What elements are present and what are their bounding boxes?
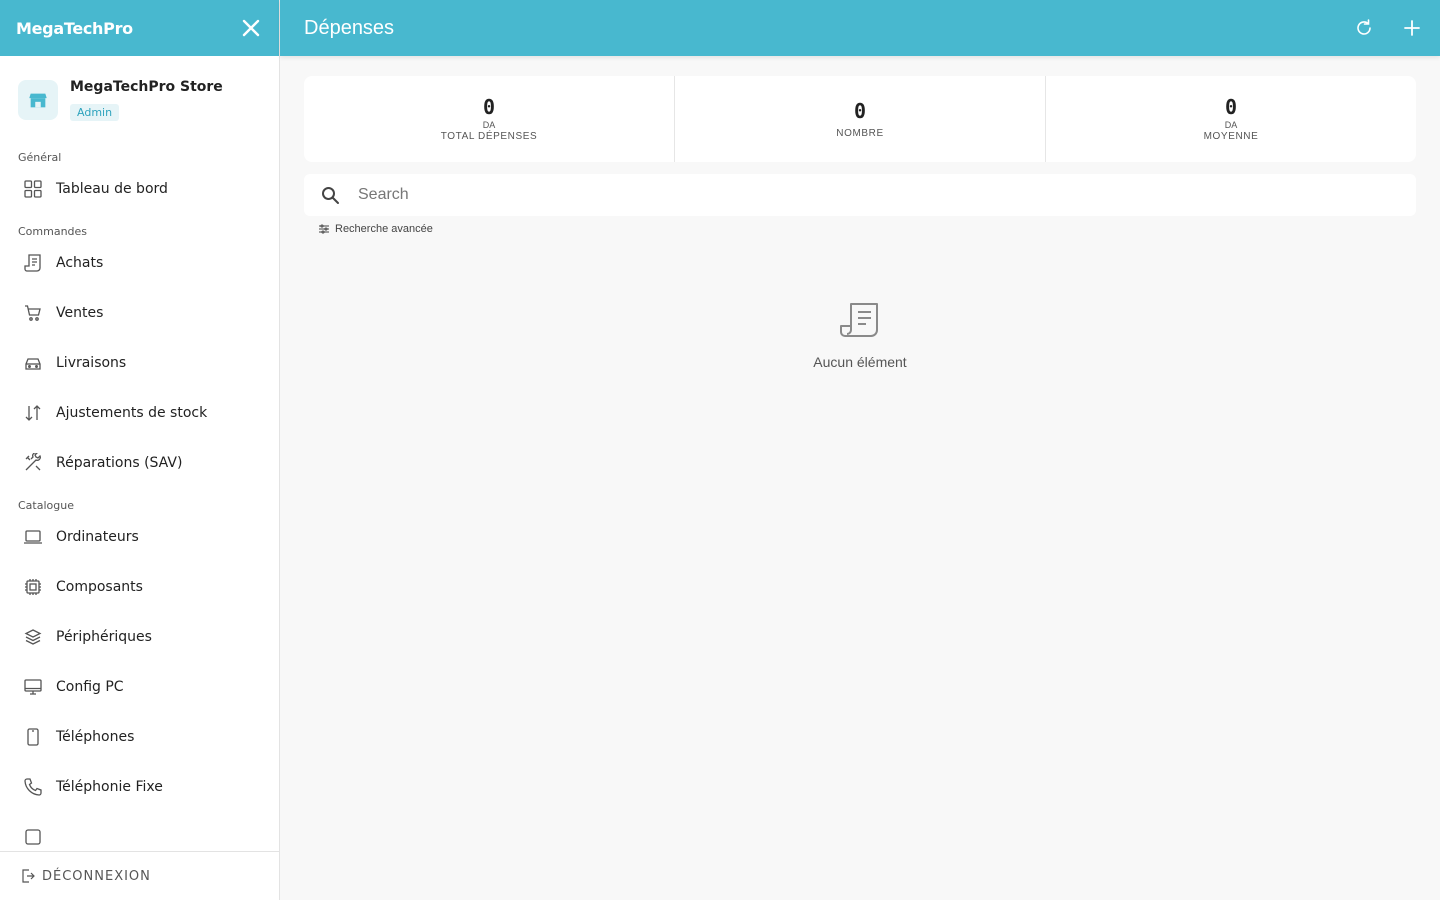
grid-icon	[22, 178, 44, 200]
nav-label: Ventes	[56, 305, 104, 321]
nav-label: Config PC	[56, 679, 124, 695]
sidebar: MegaTechPro MegaTechPro Store Admin Géné…	[0, 0, 280, 900]
search-bar	[304, 174, 1416, 216]
monitor-icon	[22, 676, 44, 698]
stat-total-depenses: 0 DA TOTAL DÉPENSES	[304, 76, 675, 162]
empty-receipt-icon	[840, 303, 878, 337]
nav-item-partial[interactable]	[0, 812, 279, 851]
stat-label: MOYENNE	[1203, 131, 1259, 142]
section-title-commandes: Commandes	[18, 225, 88, 238]
car-icon	[22, 352, 44, 374]
plus-icon	[1404, 20, 1420, 36]
close-sidebar-button[interactable]	[239, 16, 263, 40]
logout-button[interactable]: DÉCONNEXION	[0, 851, 279, 900]
top-bar: Dépenses	[280, 0, 1440, 56]
logout-label: DÉCONNEXION	[42, 868, 151, 884]
close-icon	[242, 19, 260, 37]
tablet-icon	[22, 826, 44, 848]
sidebar-header: MegaTechPro	[0, 0, 279, 56]
nav-item-reparations[interactable]: Réparations (SAV)	[0, 438, 279, 488]
brand-name: MegaTechPro	[16, 18, 133, 38]
nav-label: Périphériques	[56, 629, 152, 645]
nav-label: Tableau de bord	[56, 181, 168, 197]
nav-item-ventes[interactable]: Ventes	[0, 288, 279, 338]
search-input[interactable]	[358, 186, 1358, 204]
sliders-icon	[319, 224, 329, 234]
logout-icon	[22, 869, 35, 883]
nav-label: Téléphonie Fixe	[56, 779, 163, 795]
page-title: Dépenses	[304, 16, 395, 39]
nav-menu: Général Tableau de bord Commandes Achats…	[0, 140, 279, 851]
stat-value: 0	[1224, 95, 1238, 119]
receipt-icon	[22, 252, 44, 274]
laptop-icon	[22, 526, 44, 548]
layers-icon	[22, 626, 44, 648]
nav-item-config-pc[interactable]: Config PC	[0, 662, 279, 712]
search-icon	[322, 187, 339, 204]
nav-label: Téléphones	[56, 729, 135, 745]
stat-label: TOTAL DÉPENSES	[440, 131, 538, 142]
cart-icon	[22, 302, 44, 324]
nav-item-tableau-de-bord[interactable]: Tableau de bord	[0, 164, 279, 214]
nav-item-telephonie-fixe[interactable]: Téléphonie Fixe	[0, 762, 279, 812]
refresh-button[interactable]	[1352, 16, 1376, 40]
stat-unit: DA	[482, 120, 496, 130]
stat-value: 0	[853, 98, 867, 123]
advanced-search-link[interactable]: Recherche avancée	[318, 223, 433, 235]
advanced-search-label: Recherche avancée	[335, 223, 433, 235]
refresh-icon	[1357, 19, 1371, 35]
nav-label: Ordinateurs	[56, 529, 139, 545]
stat-unit: DA	[1224, 120, 1238, 130]
nav-label: Achats	[56, 255, 104, 271]
arrows-updown-icon	[22, 402, 44, 424]
store-name: MegaTechPro Store	[70, 79, 223, 95]
nav-item-telephones[interactable]: Téléphones	[0, 712, 279, 762]
role-badge: Admin	[70, 104, 120, 121]
section-title-catalogue: Catalogue	[18, 499, 74, 512]
section-title-general: Général	[18, 151, 62, 164]
empty-state-text: Aucun élément	[813, 354, 907, 370]
store-avatar	[18, 80, 58, 120]
nav-label: Composants	[56, 579, 143, 595]
nav-item-achats[interactable]: Achats	[0, 238, 279, 288]
store-icon	[29, 93, 47, 108]
add-button[interactable]	[1400, 16, 1424, 40]
nav-item-composants[interactable]: Composants	[0, 562, 279, 612]
empty-state: Aucun élément	[760, 300, 960, 370]
nav-item-livraisons[interactable]: Livraisons	[0, 338, 279, 388]
stat-label: NOMBRE	[836, 127, 884, 139]
nav-item-peripheriques[interactable]: Périphériques	[0, 612, 279, 662]
stat-moyenne: 0 DA MOYENNE	[1046, 76, 1416, 162]
nav-label: Livraisons	[56, 355, 127, 371]
nav-label: Ajustements de stock	[56, 405, 208, 421]
stats-card: 0 DA TOTAL DÉPENSES 0 NOMBRE 0 DA MOYENN…	[304, 76, 1416, 162]
stat-value: 0	[482, 95, 496, 119]
tools-icon	[22, 452, 44, 474]
nav-label: Réparations (SAV)	[56, 455, 183, 471]
nav-item-ajustements-de-stock[interactable]: Ajustements de stock	[0, 388, 279, 438]
nav-item-ordinateurs[interactable]: Ordinateurs	[0, 512, 279, 562]
landline-icon	[22, 776, 44, 798]
stat-nombre: 0 NOMBRE	[675, 76, 1046, 162]
chip-icon	[22, 576, 44, 598]
phone-icon	[22, 726, 44, 748]
